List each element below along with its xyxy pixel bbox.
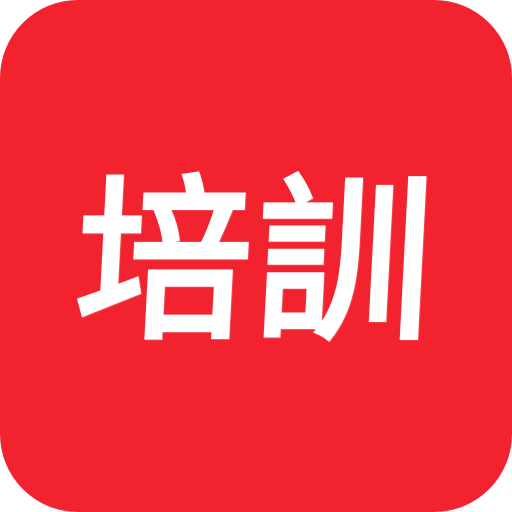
app-icon[interactable]: 培訓 [0, 0, 512, 512]
app-icon-label: 培訓 [70, 158, 442, 365]
